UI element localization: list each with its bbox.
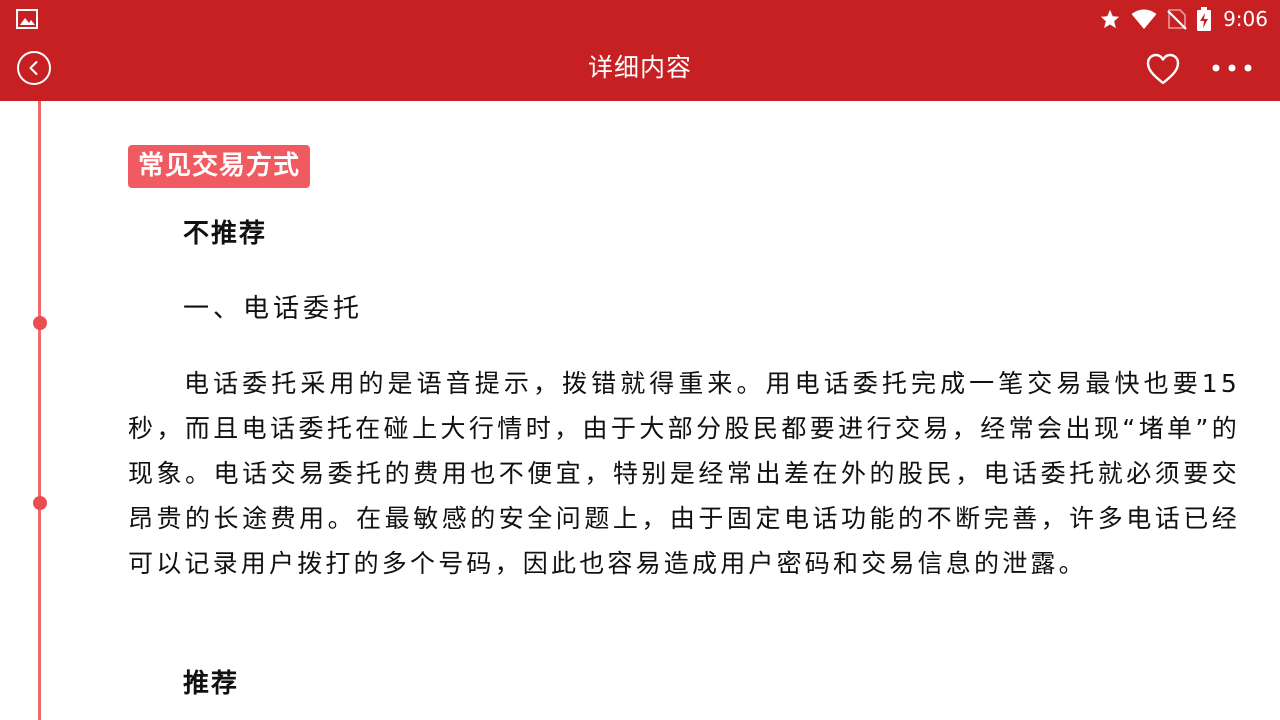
no-sim-icon <box>1167 9 1187 30</box>
not-recommended-heading: 不推荐 <box>183 219 268 249</box>
timeline-dot <box>33 316 47 330</box>
page-title: 详细内容 <box>587 53 692 82</box>
image-icon <box>16 9 38 29</box>
status-time: 9:06 <box>1223 7 1268 31</box>
section-tag: 常见交易方式 <box>128 145 311 188</box>
timeline-dot <box>33 496 47 510</box>
more-dots-icon[interactable] <box>1208 58 1256 78</box>
status-bar: 9:06 <box>0 0 1280 38</box>
battery-charging-icon <box>1197 7 1212 31</box>
item-heading: 一、电话委托 <box>183 294 364 324</box>
wifi-icon <box>1131 9 1157 29</box>
toolbar: 详细内容 <box>0 38 1280 101</box>
recommended-heading: 推荐 <box>183 669 240 699</box>
status-icons: 9:06 <box>1099 0 1268 38</box>
star-icon <box>1100 9 1120 29</box>
article-paragraph: 电话委托采用的是语音提示，拨错就得重来。用电话委托完成一笔交易最快也要15秒，而… <box>128 369 1240 578</box>
timeline-line <box>38 101 41 720</box>
app-header: 9:06 详细内容 <box>0 0 1280 101</box>
heart-outline-icon[interactable] <box>1145 52 1181 86</box>
